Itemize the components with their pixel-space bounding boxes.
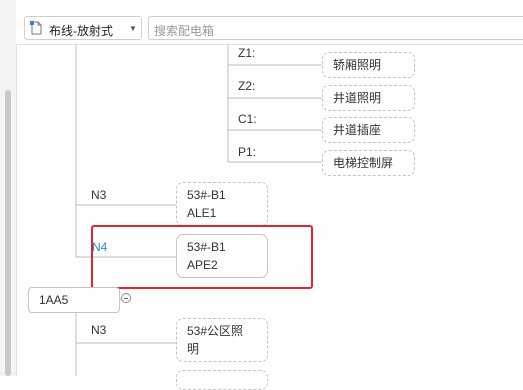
branch-label-n3-lower: N3 [91,323,107,337]
tree-node-n3[interactable]: 53#-B1 ALE1 [176,182,268,226]
selection-highlight [91,225,313,289]
tree-node-p1[interactable]: 电梯控制屏 [322,150,415,176]
branch-label-n3: N3 [91,188,107,202]
tree-node-text: 井道插座 [333,123,382,137]
tree-node-z1[interactable]: 轿厢照明 [322,52,415,78]
tree-node-1aa5[interactable]: 1AA5 [28,287,120,313]
branch-label-p1: P1: [238,145,257,159]
tree-node-text: 井道照明 [333,91,382,105]
tree-node-line2: 明 [187,342,200,356]
branch-label-z1: Z1: [238,46,256,60]
tree-node-c1[interactable]: 井道插座 [322,117,415,143]
tree-node-text: 电梯控制屏 [333,156,394,170]
tree-node-n3-lower[interactable]: 53#公区照 明 [176,318,268,362]
tree-node-text: 1AA5 [39,293,69,307]
tree-node-text: 轿厢照明 [333,58,382,72]
branch-label-z2: Z2: [238,79,256,93]
branch-label-c1: C1: [238,112,257,126]
tree-node-line1: 53#-B1 [187,188,226,202]
tree-node-line2: ALE1 [187,206,217,220]
tree-node-partial[interactable] [176,370,268,390]
collapse-icon[interactable] [121,293,131,303]
tree-node-line1: 53#公区照 [187,324,244,338]
tree-node-z2[interactable]: 井道照明 [322,85,415,111]
